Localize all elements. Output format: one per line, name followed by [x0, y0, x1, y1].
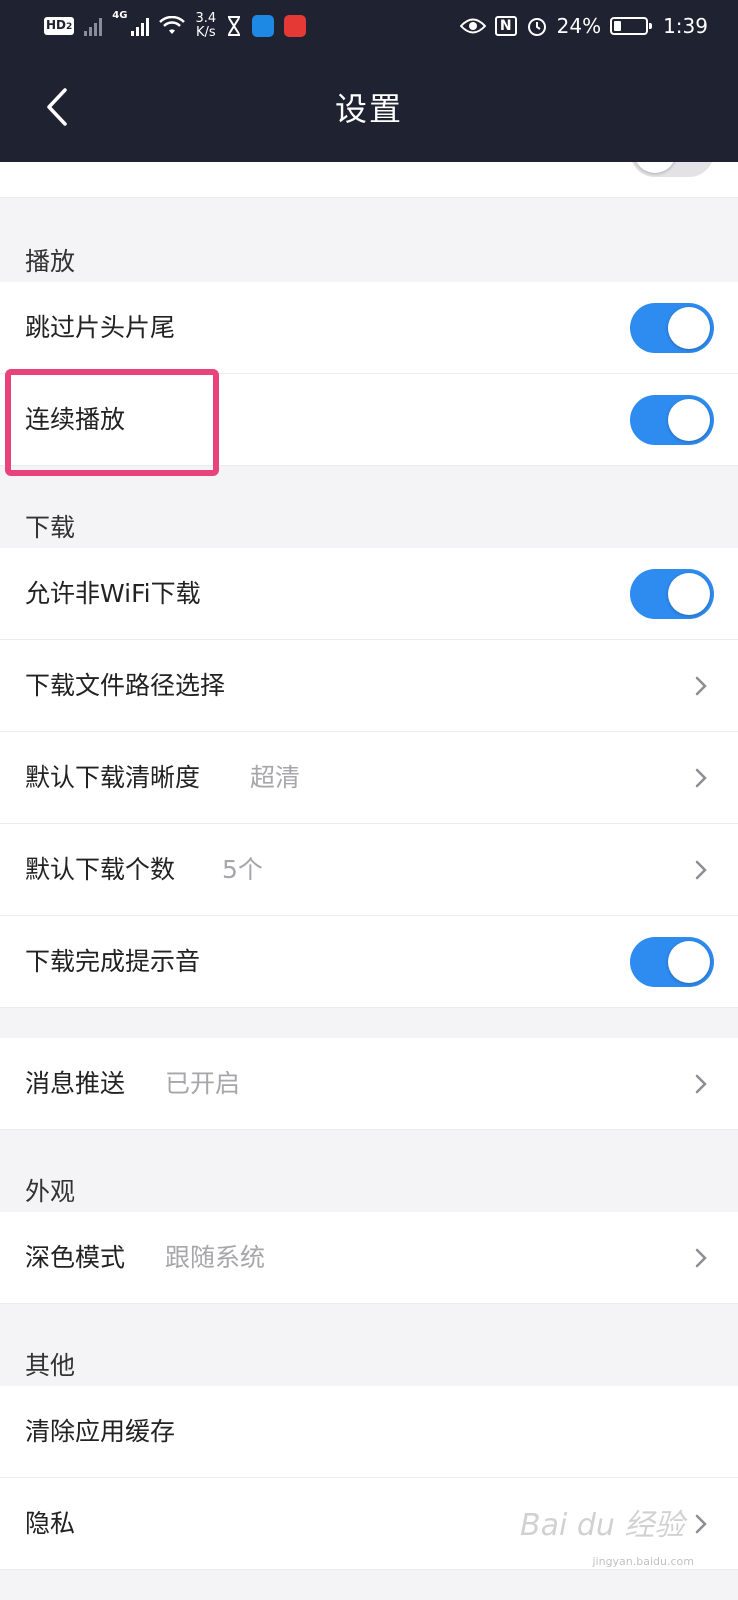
alarm-icon [527, 18, 546, 36]
download-complete-sound-toggle[interactable] [630, 937, 714, 987]
status-time: 1:39 [663, 14, 708, 38]
section-title-appearance: 外观 [25, 1177, 76, 1206]
setting-row-download-path[interactable]: 下载文件路径选择 [0, 640, 738, 732]
setting-label: 清除应用缓存 [25, 1417, 176, 1446]
hourglass-icon [228, 16, 241, 36]
setting-label: 默认下载清晰度 [25, 763, 201, 792]
highlight-annotation [5, 369, 219, 476]
setting-label: 深色模式 [25, 1243, 126, 1272]
chevron-right-icon [695, 1248, 707, 1268]
toggle-knob [668, 307, 710, 349]
toggle-knob [668, 399, 710, 441]
status-bar: HD2 4G 3.4 K/s N 24% 1:39 [0, 0, 738, 52]
app-notification-icon [252, 15, 275, 37]
setting-label: 允许非WiFi下载 [25, 579, 201, 608]
chevron-right-icon [695, 768, 707, 788]
wifi-icon [159, 16, 186, 34]
battery-icon [610, 17, 653, 35]
page-title: 设置 [334, 90, 403, 128]
toggle-knob [668, 941, 710, 983]
setting-row-default-quality[interactable]: 默认下载清晰度 超清 [0, 732, 738, 824]
signal-strength-icon-sim2 [131, 16, 150, 36]
chevron-right-icon [695, 860, 707, 880]
setting-label: 跳过片头片尾 [25, 313, 176, 342]
section-title-download: 下载 [25, 513, 76, 542]
nfc-icon: N [494, 16, 517, 36]
chevron-right-icon [695, 1074, 707, 1094]
signal-strength-icon-sim1 [84, 16, 103, 36]
watermark-url: jingyan.baidu.com [592, 1555, 694, 1568]
battery-percent: 24% [556, 14, 602, 38]
nav-bar: 设置 [0, 52, 738, 162]
setting-label: 默认下载个数 [25, 855, 176, 884]
setting-value: 已开启 [165, 1069, 241, 1098]
non-wifi-download-toggle[interactable] [630, 569, 714, 619]
skip-intro-toggle[interactable] [630, 303, 714, 353]
setting-row-push[interactable]: 消息推送 已开启 [0, 1038, 738, 1130]
setting-label: 下载完成提示音 [25, 947, 201, 976]
setting-value: 超清 [250, 763, 301, 792]
toggle-knob [668, 573, 710, 615]
setting-row-complete-sound[interactable]: 下载完成提示音 [0, 916, 738, 1008]
setting-row-clear-cache[interactable]: 清除应用缓存 [0, 1386, 738, 1478]
section-title-other: 其他 [25, 1351, 76, 1380]
setting-label: 下载文件路径选择 [25, 671, 226, 700]
setting-row-touch-id[interactable]: 使用Touch ID登录 [0, 162, 738, 198]
setting-label: 消息推送 [25, 1069, 126, 1098]
setting-row-skip-intro[interactable]: 跳过片头片尾 [0, 282, 738, 374]
setting-value: 5个 [222, 855, 263, 884]
chevron-right-icon [695, 676, 707, 696]
autoplay-toggle[interactable] [630, 395, 714, 445]
setting-value: 跟随系统 [165, 1243, 266, 1272]
setting-row-default-count[interactable]: 默认下载个数 5个 [0, 824, 738, 916]
status-bar-left: HD2 4G 3.4 K/s [44, 10, 307, 42]
setting-row-allow-non-wifi[interactable]: 允许非WiFi下载 [0, 548, 738, 640]
hd-voice-badge: HD2 [44, 17, 75, 35]
network-speed: 3.4 K/s [195, 11, 217, 40]
setting-row-dark-mode[interactable]: 深色模式 跟随系统 [0, 1212, 738, 1304]
book-app-notification-icon [284, 15, 307, 37]
touch-id-toggle[interactable] [630, 162, 714, 177]
setting-label: 隐私 [25, 1509, 76, 1538]
network-type-label: 4G [112, 10, 128, 21]
section-title-playback: 播放 [25, 247, 76, 276]
eye-icon [459, 18, 486, 34]
status-bar-right: N 24% 1:39 [459, 10, 708, 42]
setting-label: 使用Touch ID登录 [25, 162, 231, 196]
